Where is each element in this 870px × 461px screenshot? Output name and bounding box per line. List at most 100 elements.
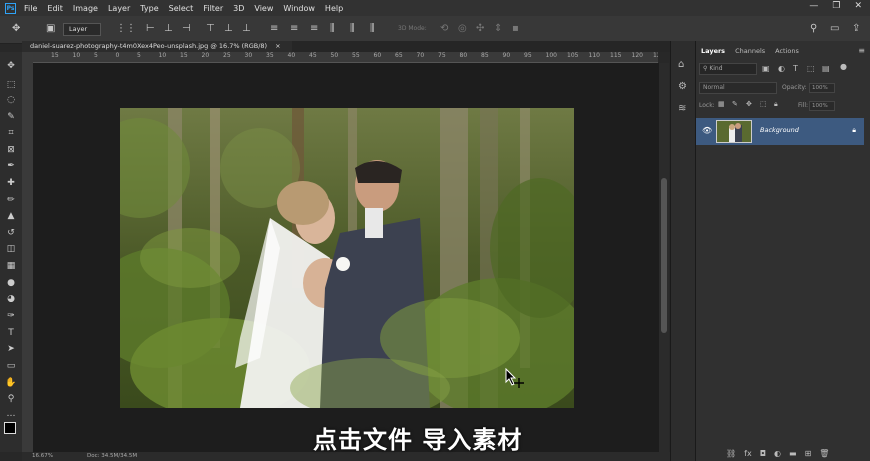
menu-edit[interactable]: Edit	[47, 4, 63, 13]
3d-drag-icon[interactable]: ✣	[476, 23, 484, 34]
lasso-tool-icon[interactable]: ◌	[5, 94, 17, 106]
menu-help[interactable]: Help	[325, 4, 343, 13]
brush-tool-icon[interactable]: ✏	[5, 194, 17, 206]
delete-layer-icon[interactable]: 🗑︎	[819, 449, 829, 458]
filter-type-icon[interactable]: T	[793, 64, 798, 73]
align-bottom-icon[interactable]: ⊥	[242, 23, 251, 34]
layer-filter-kind[interactable]: ⚲ Kind	[699, 63, 757, 75]
blend-mode-select[interactable]: Normal	[699, 82, 777, 94]
lock-pixels-icon[interactable]: ✎	[732, 100, 738, 108]
menu-3d[interactable]: 3D	[233, 4, 244, 13]
menu-filter[interactable]: Filter	[203, 4, 223, 13]
distribute-left-icon[interactable]: ⫼	[330, 23, 335, 34]
menu-window[interactable]: Window	[283, 4, 315, 13]
align-left-icon[interactable]: ⊢	[146, 23, 155, 34]
gradient-tool-icon[interactable]: ▦	[5, 260, 17, 272]
pen-tool-icon[interactable]: ✑	[5, 310, 17, 322]
3d-slide-icon[interactable]: ⇕	[494, 23, 502, 34]
close-button[interactable]: ✕	[854, 1, 862, 11]
filter-toggle-icon[interactable]: ●	[840, 62, 847, 71]
quick-select-tool-icon[interactable]: ✎	[5, 111, 17, 123]
rectangle-tool-icon[interactable]: ▭	[5, 360, 17, 372]
ruler-tick-label: 100	[545, 52, 557, 59]
distribute-center-icon[interactable]: ⫼	[350, 23, 355, 34]
healing-brush-icon[interactable]: ✚	[5, 177, 17, 189]
path-select-icon[interactable]: ➤	[5, 343, 17, 355]
new-group-icon[interactable]: ▬	[789, 449, 797, 458]
type-tool-icon[interactable]: T	[5, 327, 17, 339]
fill-field[interactable]: 100%	[809, 101, 835, 111]
layer-style-icon[interactable]: fx	[744, 449, 752, 458]
menu-select[interactable]: Select	[169, 4, 194, 13]
visibility-eye-icon[interactable]: 👁︎	[702, 126, 712, 135]
document-image[interactable]	[120, 108, 574, 408]
move-tool-icon[interactable]: ✥	[5, 60, 17, 72]
adjustment-layer-icon[interactable]: ◐	[774, 449, 781, 458]
3d-rotate-icon[interactable]: ⟲	[440, 23, 448, 34]
zoom-level[interactable]: 16.67%	[32, 453, 53, 459]
lock-all-icon[interactable]: 🔒︎	[774, 100, 778, 109]
zoom-tool-icon[interactable]: ⚲	[5, 393, 17, 405]
filter-adjustment-icon[interactable]: ◐	[778, 64, 785, 73]
workspace-icon[interactable]: ▭	[830, 23, 839, 34]
auto-select-dropdown[interactable]: Layer	[63, 23, 101, 36]
new-layer-icon[interactable]: ⊞	[805, 449, 812, 458]
layer-row-background[interactable]: 👁︎ Background 🔒︎	[696, 118, 864, 145]
more-tools-icon[interactable]: …	[5, 408, 17, 420]
document-size[interactable]: Doc: 34.5M/34.5M	[87, 453, 137, 459]
search-icon[interactable]: ⚲	[810, 23, 817, 34]
3d-roll-icon[interactable]: ◎	[458, 23, 467, 34]
adjustments-panel-icon[interactable]: ≋	[678, 103, 686, 114]
panel-menu-icon[interactable]: ≡	[858, 46, 865, 55]
history-panel-icon[interactable]: ⌂	[678, 59, 684, 70]
menu-image[interactable]: Image	[73, 4, 98, 13]
share-icon[interactable]: ⇪	[852, 23, 860, 34]
dodge-tool-icon[interactable]: ◕	[5, 293, 17, 305]
opacity-field[interactable]: 100%	[809, 83, 835, 93]
auto-select-icon[interactable]: ▣	[46, 23, 55, 34]
eraser-tool-icon[interactable]: ◫	[5, 243, 17, 255]
history-brush-icon[interactable]: ↺	[5, 227, 17, 239]
filter-pixel-icon[interactable]: ▣	[762, 64, 770, 73]
align-center-icon[interactable]: ⊥	[164, 23, 173, 34]
distribute-middle-icon[interactable]: ≡	[290, 23, 298, 34]
menu-layer[interactable]: Layer	[108, 4, 130, 13]
ruler-tick-label: 45	[309, 52, 317, 59]
clone-stamp-icon[interactable]: ▲	[5, 210, 17, 222]
menu-view[interactable]: View	[254, 4, 273, 13]
tab-actions[interactable]: Actions	[770, 45, 804, 57]
hand-tool-icon[interactable]: ✋	[5, 377, 17, 389]
tab-channels[interactable]: Channels	[730, 45, 770, 57]
frame-tool-icon[interactable]: ⊠	[5, 144, 17, 156]
tab-layers[interactable]: Layers	[696, 45, 730, 57]
align-right-icon[interactable]: ⊣	[182, 23, 191, 34]
properties-panel-icon[interactable]: ⚙	[678, 81, 687, 92]
lock-position-icon[interactable]: ✥	[746, 100, 752, 108]
blur-tool-icon[interactable]: ●	[5, 277, 17, 289]
lock-artboard-icon[interactable]: ⬚	[760, 100, 767, 108]
distribute-bottom-icon[interactable]: ≡	[310, 23, 318, 34]
align-middle-icon[interactable]: ⊥	[224, 23, 233, 34]
maximize-button[interactable]: ❐	[832, 1, 840, 11]
crop-tool-icon[interactable]: ⌗	[5, 127, 17, 139]
align-top-icon[interactable]: ⊤	[206, 23, 215, 34]
add-mask-icon[interactable]: ◘	[760, 449, 766, 458]
filter-shape-icon[interactable]: ⬚	[807, 64, 815, 73]
distribute-top-icon[interactable]: ≡	[270, 23, 278, 34]
distribute-right-icon[interactable]: ⫼	[370, 23, 375, 34]
move-tool-icon[interactable]: ✥	[12, 23, 20, 34]
transform-controls-icon[interactable]: ⋮⋮	[116, 23, 136, 34]
link-layers-icon[interactable]: ⛓	[726, 449, 736, 458]
lock-transparent-icon[interactable]: ▦	[718, 100, 725, 108]
document-tab[interactable]: daniel-suarez-photography-t4m0Xex4Peo-un…	[22, 41, 292, 52]
minimize-button[interactable]: —	[809, 1, 818, 11]
marquee-tool-icon[interactable]: ⬚	[5, 79, 17, 91]
close-tab-icon[interactable]: ×	[275, 42, 280, 50]
3d-scale-icon[interactable]: ▪	[512, 23, 519, 34]
menu-file[interactable]: File	[24, 4, 37, 13]
filter-smart-object-icon[interactable]: ▤	[822, 64, 830, 73]
foreground-color-swatch[interactable]	[4, 422, 16, 434]
menu-type[interactable]: Type	[140, 4, 158, 13]
eyedropper-tool-icon[interactable]: ✒	[5, 160, 17, 172]
scrollbar-thumb[interactable]	[661, 178, 667, 333]
